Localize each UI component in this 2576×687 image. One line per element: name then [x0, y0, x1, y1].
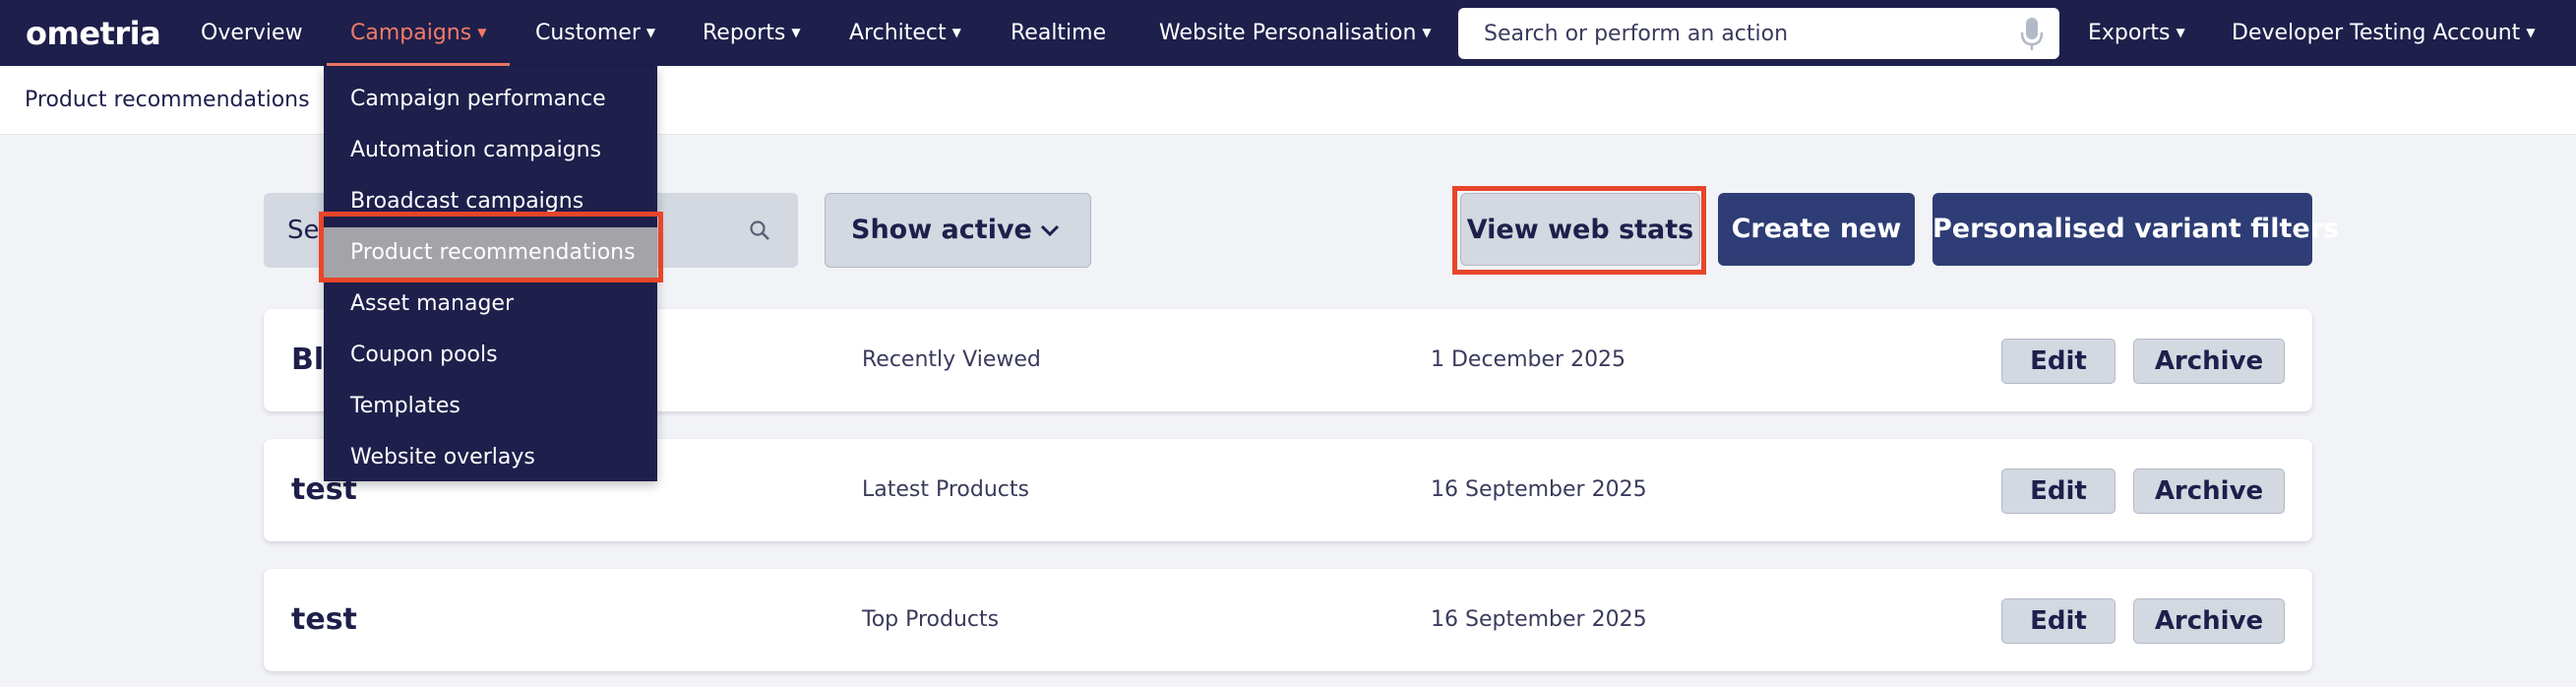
- recommendation-type: Recently Viewed: [862, 347, 1041, 372]
- ometria-logo[interactable]: ometria: [26, 14, 161, 53]
- recommendation-date: 16 September 2025: [1431, 477, 1647, 502]
- nav-website-personalisation[interactable]: Website Personalisation ▼: [1159, 0, 1432, 66]
- search-icon: [750, 220, 769, 240]
- recommendation-date: 1 December 2025: [1431, 347, 1626, 372]
- nav-campaigns[interactable]: Campaigns ▼: [326, 0, 511, 66]
- archive-button[interactable]: Archive: [2133, 598, 2285, 644]
- menu-item-asset-manager[interactable]: Asset manager: [324, 279, 657, 330]
- menu-item-website-overlays[interactable]: Website overlays: [324, 432, 657, 483]
- search-field-placeholder: Se: [287, 216, 320, 245]
- menu-item-automation-campaigns[interactable]: Automation campaigns: [324, 125, 657, 176]
- caret-down-icon: ▼: [791, 26, 801, 39]
- view-web-stats-button[interactable]: View web stats: [1460, 193, 1700, 266]
- create-new-button[interactable]: Create new: [1718, 193, 1915, 266]
- nav-exports-label: Exports: [2088, 21, 2171, 45]
- nav-campaigns-label: Campaigns: [350, 21, 472, 45]
- archive-button[interactable]: Archive: [2133, 468, 2285, 514]
- nav-customer-label: Customer: [535, 21, 641, 45]
- status-filter-select[interactable]: Show active: [825, 193, 1091, 268]
- nav-reports-label: Reports: [703, 21, 786, 45]
- nav-realtime[interactable]: Realtime: [1011, 0, 1106, 66]
- nav-website-personalisation-label: Website Personalisation: [1159, 21, 1417, 45]
- top-navigation: ometria Overview Campaigns ▼ Customer ▼ Re…: [0, 0, 2576, 66]
- recommendation-type: Top Products: [862, 607, 1000, 632]
- caret-down-icon: ▼: [477, 26, 487, 39]
- nav-realtime-label: Realtime: [1011, 21, 1107, 45]
- menu-item-coupon-pools[interactable]: Coupon pools: [324, 330, 657, 381]
- menu-item-campaign-performance[interactable]: Campaign performance: [324, 74, 657, 125]
- status-filter-label: Show active: [851, 215, 1032, 245]
- caret-down-icon: ▼: [951, 26, 961, 39]
- caret-down-icon: ▼: [2526, 26, 2536, 39]
- nav-customer[interactable]: Customer ▼: [535, 0, 655, 66]
- microphone-icon[interactable]: [2018, 17, 2046, 52]
- edit-button[interactable]: Edit: [2001, 339, 2116, 384]
- edit-button[interactable]: Edit: [2001, 468, 2116, 514]
- menu-item-templates[interactable]: Templates: [324, 381, 657, 432]
- recommendation-name: test: [291, 602, 357, 637]
- global-search-input[interactable]: [1458, 8, 1990, 59]
- recommendation-date: 16 September 2025: [1431, 607, 1647, 632]
- caret-down-icon: ▼: [1422, 26, 1432, 39]
- account-menu[interactable]: Developer Testing Account ▼: [2232, 0, 2536, 66]
- personalised-variant-filters-button[interactable]: Personalised variant filters: [1932, 193, 2339, 266]
- account-name: Developer Testing Account: [2232, 21, 2521, 45]
- archive-button[interactable]: Archive: [2133, 339, 2285, 384]
- caret-down-icon: ▼: [2176, 26, 2185, 39]
- nav-exports[interactable]: Exports ▼: [2088, 0, 2185, 66]
- recommendation-row[interactable]: test Top Products 16 September 2025 Edit…: [264, 569, 2312, 671]
- chevron-down-icon: [1040, 224, 1060, 237]
- nav-architect-label: Architect: [849, 21, 947, 45]
- nav-overview-label: Overview: [201, 21, 303, 45]
- edit-button[interactable]: Edit: [2001, 598, 2116, 644]
- recommendation-name: Bl: [291, 343, 325, 377]
- nav-overview[interactable]: Overview: [201, 0, 303, 66]
- product-recommendations-highlight: [319, 212, 663, 282]
- page-title: Product recommendations: [25, 88, 310, 112]
- caret-down-icon: ▼: [645, 26, 656, 39]
- nav-reports[interactable]: Reports ▼: [703, 0, 801, 66]
- global-search: [1458, 8, 2059, 59]
- nav-architect[interactable]: Architect ▼: [849, 0, 961, 66]
- recommendation-type: Latest Products: [862, 477, 1029, 502]
